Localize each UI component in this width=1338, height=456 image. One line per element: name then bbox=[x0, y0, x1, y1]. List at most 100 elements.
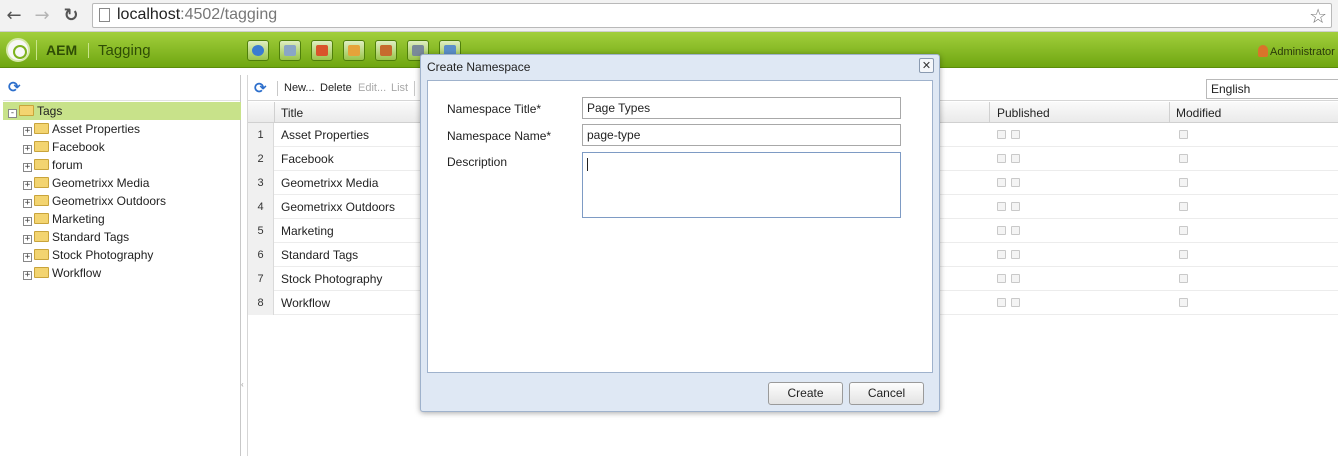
collapse-icon[interactable]: - bbox=[8, 109, 17, 118]
refresh-icon[interactable]: ⟳ bbox=[254, 79, 267, 97]
tree-item[interactable]: + Geometrixx Media bbox=[23, 174, 149, 192]
assets-icon[interactable] bbox=[279, 40, 301, 61]
user-menu[interactable]: Administrator bbox=[1258, 45, 1338, 58]
published-checkbox[interactable] bbox=[997, 202, 1006, 211]
folder-open-icon bbox=[19, 105, 34, 116]
modified-checkbox[interactable] bbox=[1179, 226, 1188, 235]
tree-item[interactable]: + Stock Photography bbox=[23, 246, 153, 264]
tree-item[interactable]: + Standard Tags bbox=[23, 228, 129, 246]
activated-checkbox[interactable] bbox=[1011, 250, 1020, 259]
expand-icon[interactable]: + bbox=[23, 163, 32, 172]
row-number: 1 bbox=[248, 123, 274, 147]
tree-item[interactable]: + forum bbox=[23, 156, 83, 174]
expand-icon[interactable]: + bbox=[23, 127, 32, 136]
toolbar-divider bbox=[277, 81, 278, 96]
forward-arrow-icon[interactable]: → bbox=[31, 5, 53, 27]
edit-button[interactable]: Edit... bbox=[358, 82, 386, 94]
campaigns-icon[interactable] bbox=[311, 40, 333, 61]
list-button[interactable]: List bbox=[391, 82, 408, 94]
user-icon bbox=[1258, 45, 1268, 57]
modified-checkbox[interactable] bbox=[1179, 154, 1188, 163]
aem-logo-icon[interactable] bbox=[6, 38, 30, 62]
row-number: 8 bbox=[248, 291, 274, 315]
modified-checkbox[interactable] bbox=[1179, 202, 1188, 211]
description-textarea[interactable] bbox=[582, 152, 901, 218]
tree-item-label: Stock Photography bbox=[52, 248, 154, 262]
address-bar[interactable]: localhost:4502/tagging ☆ bbox=[92, 3, 1332, 28]
tree-item-label: Geometrixx Outdoors bbox=[52, 194, 167, 208]
text-caret bbox=[587, 158, 588, 171]
row-title: Stock Photography bbox=[281, 272, 383, 286]
modified-checkbox[interactable] bbox=[1179, 250, 1188, 259]
published-checkbox[interactable] bbox=[997, 250, 1006, 259]
row-title: Asset Properties bbox=[281, 128, 370, 142]
expand-icon[interactable]: + bbox=[23, 235, 32, 244]
modified-checkbox[interactable] bbox=[1179, 274, 1188, 283]
row-number: 2 bbox=[248, 147, 274, 171]
published-checkbox[interactable] bbox=[997, 274, 1006, 283]
user-name: Administrator bbox=[1270, 46, 1335, 58]
websites-icon[interactable] bbox=[247, 40, 269, 61]
activated-checkbox[interactable] bbox=[1011, 130, 1020, 139]
url-text[interactable]: localhost:4502/tagging bbox=[117, 6, 277, 24]
users-icon[interactable] bbox=[375, 40, 397, 61]
expand-icon[interactable]: + bbox=[23, 181, 32, 190]
tree-item[interactable]: + Asset Properties bbox=[23, 120, 140, 138]
reload-icon[interactable]: ↻ bbox=[60, 5, 82, 27]
tree-item[interactable]: + Workflow bbox=[23, 264, 101, 282]
activated-checkbox[interactable] bbox=[1011, 178, 1020, 187]
expand-icon[interactable]: + bbox=[23, 253, 32, 262]
published-checkbox[interactable] bbox=[997, 130, 1006, 139]
tree-item-label: Geometrixx Media bbox=[52, 176, 150, 190]
published-checkbox[interactable] bbox=[997, 154, 1006, 163]
published-checkbox[interactable] bbox=[997, 178, 1006, 187]
activated-checkbox[interactable] bbox=[1011, 154, 1020, 163]
column-divider bbox=[274, 102, 275, 123]
activated-checkbox[interactable] bbox=[1011, 202, 1020, 211]
tree-item[interactable]: + Marketing bbox=[23, 210, 105, 228]
row-title: Workflow bbox=[281, 296, 331, 310]
close-icon[interactable]: ✕ bbox=[919, 58, 934, 73]
expand-icon[interactable]: + bbox=[23, 145, 32, 154]
activated-checkbox[interactable] bbox=[1011, 226, 1020, 235]
new-button[interactable]: New... bbox=[284, 82, 315, 94]
row-title: Geometrixx Media bbox=[281, 176, 379, 190]
tree-item[interactable]: + Geometrixx Outdoors bbox=[23, 192, 166, 210]
expand-icon[interactable]: + bbox=[23, 217, 32, 226]
tree-item[interactable]: + Facebook bbox=[23, 138, 105, 156]
row-title: Marketing bbox=[281, 224, 334, 238]
column-header-title[interactable]: Title bbox=[281, 106, 303, 120]
namespace-title-input[interactable]: Page Types bbox=[582, 97, 901, 119]
column-header-modified[interactable]: Modified bbox=[1176, 106, 1221, 120]
column-header-published[interactable]: Published bbox=[997, 106, 1050, 120]
tree-item-label: forum bbox=[52, 158, 83, 172]
modified-checkbox[interactable] bbox=[1179, 178, 1188, 187]
dialog-form: Namespace Title* Page Types Namespace Na… bbox=[427, 80, 933, 373]
bookmark-star-icon[interactable]: ☆ bbox=[1309, 4, 1327, 28]
url-path: :4502/tagging bbox=[180, 6, 278, 23]
published-checkbox[interactable] bbox=[997, 226, 1006, 235]
refresh-icon[interactable]: ⟳ bbox=[8, 79, 24, 95]
inbox-icon[interactable] bbox=[343, 40, 365, 61]
header-divider bbox=[36, 40, 37, 60]
modified-checkbox[interactable] bbox=[1179, 130, 1188, 139]
published-checkbox[interactable] bbox=[997, 298, 1006, 307]
folder-icon bbox=[34, 177, 49, 188]
namespace-name-input[interactable]: page-type bbox=[582, 124, 901, 146]
activated-checkbox[interactable] bbox=[1011, 274, 1020, 283]
folder-icon bbox=[34, 141, 49, 152]
activated-checkbox[interactable] bbox=[1011, 298, 1020, 307]
folder-icon bbox=[34, 231, 49, 242]
tree-item-tags[interactable]: - Tags bbox=[3, 102, 241, 120]
back-arrow-icon[interactable]: ← bbox=[3, 5, 25, 27]
language-select[interactable]: English bbox=[1206, 79, 1338, 99]
row-number: 5 bbox=[248, 219, 274, 243]
tree-item-label: Workflow bbox=[52, 266, 102, 280]
delete-button[interactable]: Delete bbox=[320, 82, 352, 94]
create-button[interactable]: Create bbox=[768, 382, 843, 405]
modified-checkbox[interactable] bbox=[1179, 298, 1188, 307]
expand-icon[interactable]: + bbox=[23, 199, 32, 208]
expand-icon[interactable]: + bbox=[23, 271, 32, 280]
cancel-button[interactable]: Cancel bbox=[849, 382, 924, 405]
toolbar-divider bbox=[414, 81, 415, 96]
